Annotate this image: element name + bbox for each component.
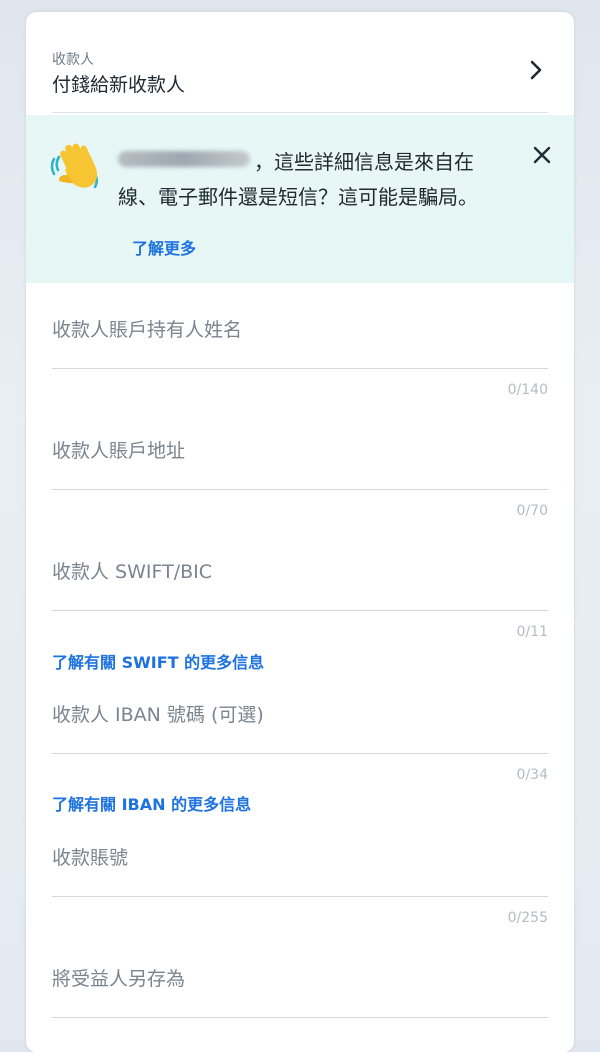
waving-hand-icon — [50, 143, 98, 189]
payee-value: 付錢給新收款人 — [52, 74, 186, 96]
account-address-input[interactable] — [52, 431, 548, 471]
input-underline — [52, 753, 548, 754]
chevron-right-icon[interactable] — [524, 58, 548, 82]
swift-bic-input[interactable] — [52, 552, 548, 592]
character-counter: 0/70 — [516, 503, 548, 519]
redacted-payee-name — [118, 151, 250, 167]
iban-info-link[interactable]: 了解有關 IBAN 的更多信息 — [52, 791, 251, 815]
payee-caption: 收款人 — [52, 52, 94, 68]
input-underline — [52, 896, 548, 897]
character-counter: 0/140 — [507, 382, 548, 398]
character-counter: 0/34 — [516, 767, 548, 783]
close-icon[interactable] — [530, 143, 554, 167]
save-beneficiary-as-input[interactable] — [52, 959, 548, 999]
swift-info-link[interactable]: 了解有關 SWIFT 的更多信息 — [52, 649, 264, 673]
learn-more-link[interactable]: 了解更多 — [132, 235, 196, 259]
warning-text-line-2: 線、電子郵件還是短信？這可能是騙局。 — [118, 185, 478, 209]
input-underline — [52, 368, 548, 369]
input-underline — [52, 1017, 548, 1018]
divider — [52, 112, 548, 113]
payment-form-card: 收款人 付錢給新收款人 ，這些詳細信息是來自在 線、電子郵件還是短信？這可能是騙… — [26, 12, 574, 1052]
account-number-input[interactable] — [52, 838, 548, 878]
account-holder-name-input[interactable] — [52, 310, 548, 350]
input-underline — [52, 610, 548, 611]
input-underline — [52, 489, 548, 490]
payee-selector[interactable]: 收款人 付錢給新收款人 — [26, 12, 574, 112]
character-counter: 0/11 — [516, 624, 548, 640]
warning-text-line-1: ，這些詳細信息是來自在 — [254, 150, 474, 174]
iban-input[interactable] — [52, 695, 548, 735]
scam-warning-banner: ，這些詳細信息是來自在 線、電子郵件還是短信？這可能是騙局。 了解更多 — [26, 115, 574, 283]
character-counter: 0/255 — [507, 910, 548, 926]
